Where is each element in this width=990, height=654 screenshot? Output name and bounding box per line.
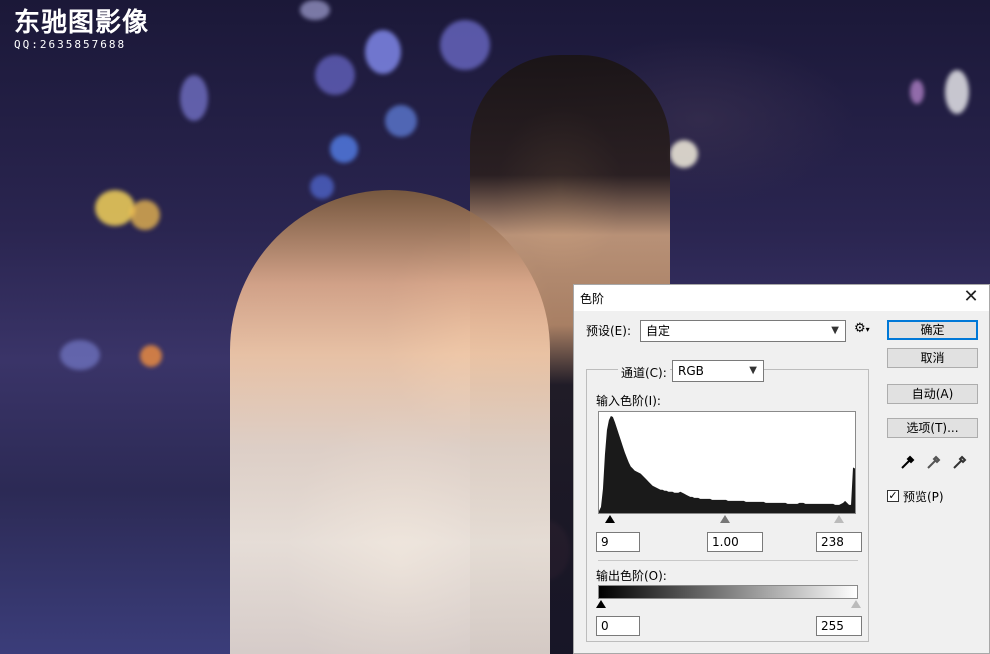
- watermark-title: 东驰图影像: [14, 8, 150, 38]
- chevron-down-icon: ▼: [749, 365, 757, 376]
- bokeh-light: [310, 175, 334, 199]
- input-white-slider[interactable]: [834, 515, 844, 523]
- bokeh-light: [315, 55, 355, 95]
- input-gamma-field[interactable]: 1.00: [707, 532, 763, 552]
- output-black-field[interactable]: 0: [596, 616, 640, 636]
- bokeh-light: [60, 340, 100, 370]
- channel-label: 通道(C):: [618, 364, 670, 381]
- watermark-contact: QQ:2635857688: [14, 38, 127, 51]
- bokeh-light: [180, 75, 208, 121]
- bokeh-light: [130, 200, 160, 230]
- output-gradient-bar: [598, 585, 858, 599]
- output-white-field[interactable]: 255: [816, 616, 862, 636]
- preset-select[interactable]: 自定 ▼: [640, 320, 846, 342]
- histogram: [598, 411, 856, 514]
- channel-select[interactable]: RGB ▼: [672, 360, 764, 382]
- bokeh-light: [945, 70, 969, 114]
- output-black-slider[interactable]: [596, 600, 606, 608]
- preview-label: 预览(P): [903, 490, 944, 504]
- bokeh-light: [385, 105, 417, 137]
- bokeh-light: [440, 20, 490, 70]
- output-white-slider[interactable]: [851, 600, 861, 608]
- dialog-title: 色阶: [580, 292, 605, 306]
- bride-figure: [230, 190, 550, 654]
- levels-dialog: 色阶 ✕ 预设(E): 自定 ▼ ⚙▾ 通道(C): RGB ▼ 输入色阶(I)…: [573, 284, 990, 654]
- input-gamma-slider[interactable]: [720, 515, 730, 523]
- preset-menu-gear-icon[interactable]: ⚙▾: [854, 321, 870, 336]
- close-icon[interactable]: ✕: [961, 287, 981, 307]
- input-white-field[interactable]: 238: [816, 532, 862, 552]
- preset-label: 预设(E):: [586, 324, 631, 338]
- histogram-area: [599, 416, 855, 513]
- auto-button[interactable]: 自动(A): [887, 384, 978, 404]
- cancel-button[interactable]: 取消: [887, 348, 978, 368]
- bokeh-light: [910, 80, 924, 104]
- channel-value: RGB: [678, 364, 704, 378]
- preview-checkbox[interactable]: ✓: [887, 490, 899, 502]
- chevron-down-icon: ▼: [831, 325, 839, 336]
- bokeh-light: [365, 30, 401, 74]
- gray-point-eyedropper-icon[interactable]: [925, 453, 943, 471]
- input-black-slider[interactable]: [605, 515, 615, 523]
- dialog-titlebar[interactable]: 色阶 ✕: [574, 285, 989, 311]
- ok-button[interactable]: 确定: [887, 320, 978, 340]
- bokeh-light: [140, 345, 162, 367]
- watermark: 东驰图影像 QQ:2635857688: [14, 8, 149, 51]
- histogram-graph: [599, 416, 855, 513]
- divider: [598, 560, 858, 561]
- bokeh-light: [95, 190, 135, 226]
- bokeh-light: [670, 140, 698, 168]
- preset-value: 自定: [646, 324, 671, 338]
- options-button[interactable]: 选项(T)...: [887, 418, 978, 438]
- output-levels-label: 输出色阶(O):: [596, 569, 667, 583]
- black-point-eyedropper-icon[interactable]: [899, 453, 917, 471]
- input-levels-label: 输入色阶(I):: [596, 394, 661, 408]
- bokeh-light: [330, 135, 358, 163]
- input-black-field[interactable]: 9: [596, 532, 640, 552]
- bokeh-light: [300, 0, 330, 20]
- white-point-eyedropper-icon[interactable]: [951, 453, 969, 471]
